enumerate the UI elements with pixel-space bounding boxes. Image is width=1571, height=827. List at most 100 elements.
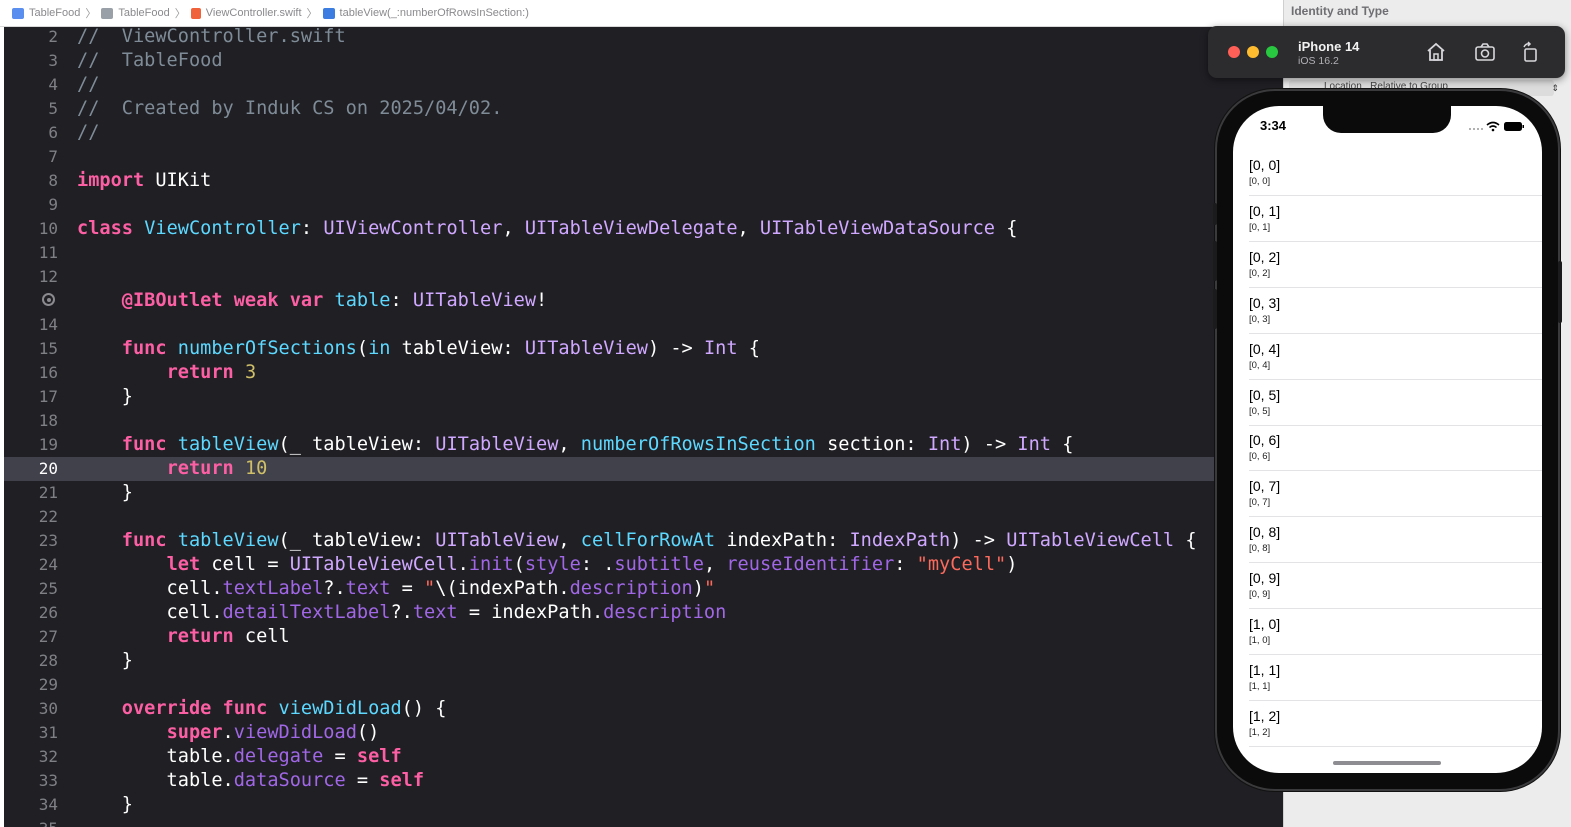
code-token: UITableViewDelegate bbox=[524, 218, 738, 239]
table-row[interactable]: [0, 2] [0, 2] bbox=[1233, 242, 1542, 288]
code-line[interactable]: 18 bbox=[4, 409, 1270, 433]
code-line[interactable]: 7 bbox=[4, 145, 1270, 169]
code-text: return 3 bbox=[77, 361, 257, 385]
code-line[interactable]: 11 bbox=[4, 241, 1270, 265]
code-token: cellForRowAt bbox=[580, 530, 716, 551]
table-row[interactable]: [0, 4] [0, 4] bbox=[1233, 334, 1542, 380]
stepper-icon[interactable]: ⇕ bbox=[1551, 83, 1559, 94]
code-line[interactable]: 17 } bbox=[4, 385, 1270, 409]
code-line[interactable]: 20 return 10 bbox=[4, 457, 1270, 481]
code-line[interactable]: 26 cell.detailTextLabel?.text = indexPat… bbox=[4, 601, 1270, 625]
home-icon[interactable] bbox=[1424, 40, 1448, 64]
code-line[interactable]: 32 table.delegate = self bbox=[4, 745, 1270, 769]
table-row[interactable]: [0, 0] [0, 0] bbox=[1233, 150, 1542, 196]
code-line[interactable]: 6 // bbox=[4, 121, 1270, 145]
breadcrumb-item-file[interactable]: ViewController.swift 〉 bbox=[190, 5, 323, 21]
code-line[interactable]: 28 } bbox=[4, 649, 1270, 673]
code-line[interactable]: 9 bbox=[4, 193, 1270, 217]
table-row[interactable]: [1, 1] [1, 1] bbox=[1233, 655, 1542, 701]
code-line[interactable]: 2 // ViewController.swift bbox=[4, 27, 1270, 49]
table-row[interactable]: [1, 2] [1, 2] bbox=[1233, 701, 1542, 747]
code-line[interactable]: 22 bbox=[4, 505, 1270, 529]
breadcrumb-item-project[interactable]: TableFood 〉 bbox=[12, 5, 101, 21]
code-line[interactable]: 29 bbox=[4, 673, 1270, 697]
code-line[interactable]: 12 bbox=[4, 265, 1270, 289]
code-token: { bbox=[737, 338, 760, 359]
code-token: detailTextLabel bbox=[222, 602, 391, 623]
code-token: reuseIdentifier bbox=[726, 554, 895, 575]
code-token: class bbox=[77, 218, 133, 239]
code-token: , bbox=[502, 218, 525, 239]
device-screen[interactable]: 3:34 [0, 0] [0, 0] [0, 1] [0, 1] [0, 2] [0, 2… bbox=[1233, 106, 1542, 773]
screenshot-icon[interactable] bbox=[1473, 40, 1497, 64]
rotate-icon[interactable] bbox=[1518, 40, 1542, 64]
volume-down-button bbox=[1213, 289, 1217, 329]
code-text: // ViewController.swift bbox=[77, 27, 346, 49]
code-line[interactable]: 21 } bbox=[4, 481, 1270, 505]
outlet-connection-icon[interactable] bbox=[42, 293, 55, 306]
code-text: func tableView(_ tableView: UITableView,… bbox=[77, 433, 1074, 457]
code-line[interactable]: 30 override func viewDidLoad() { bbox=[4, 697, 1270, 721]
code-line[interactable]: 14 bbox=[4, 313, 1270, 337]
code-text: } bbox=[77, 385, 133, 409]
cell-subtitle: [0, 4] bbox=[1249, 359, 1271, 371]
code-token: ( bbox=[356, 338, 369, 359]
code-line[interactable]: 24 let cell = UITableViewCell.init(style… bbox=[4, 553, 1270, 577]
code-line[interactable]: @IBOutlet weak var table: UITableView! bbox=[4, 289, 1270, 313]
code-token: table. bbox=[77, 770, 234, 791]
zoom-window-button[interactable] bbox=[1266, 46, 1278, 58]
table-row[interactable]: [0, 1] [0, 1] bbox=[1233, 196, 1542, 242]
code-token: cell. bbox=[77, 578, 223, 599]
code-token: init bbox=[468, 554, 514, 575]
code-token: . bbox=[222, 722, 234, 743]
code-token: table bbox=[334, 290, 391, 311]
code-token: ) -> bbox=[961, 434, 1018, 455]
breadcrumb-item-folder[interactable]: TableFood 〉 bbox=[101, 5, 190, 21]
code-line[interactable]: 35 bbox=[4, 817, 1270, 827]
code-token: ) -> bbox=[950, 530, 1007, 551]
code-token: UITableView bbox=[435, 434, 559, 455]
code-line[interactable]: 31 super.viewDidLoad() bbox=[4, 721, 1270, 745]
code-line[interactable]: 4 // bbox=[4, 73, 1270, 97]
code-line[interactable]: 34 } bbox=[4, 793, 1270, 817]
minimize-window-button[interactable] bbox=[1247, 46, 1259, 58]
source-editor[interactable]: 2 // ViewController.swift 3 // TableFood 4 //… bbox=[4, 27, 1270, 827]
table-row[interactable]: [1, 0] [1, 0] bbox=[1233, 609, 1542, 655]
code-line[interactable]: 16 return 3 bbox=[4, 361, 1270, 385]
code-line[interactable]: 25 cell.textLabel?.text = "\(indexPath.d… bbox=[4, 577, 1270, 601]
code-token: IndexPath bbox=[849, 530, 951, 551]
breadcrumb-label: TableFood bbox=[29, 7, 81, 19]
cell-title: [0, 6] bbox=[1249, 432, 1281, 449]
table-row[interactable]: [0, 9] [0, 9] bbox=[1233, 563, 1542, 610]
code-line[interactable]: 10 class ViewController: UIViewController… bbox=[4, 217, 1270, 241]
code-line[interactable]: 19 func tableView(_ tableView: UITableVi… bbox=[4, 433, 1270, 457]
table-row[interactable]: [0, 7] [0, 7] bbox=[1233, 471, 1542, 518]
line-number: 29 bbox=[38, 675, 58, 694]
code-line[interactable]: 27 return cell bbox=[4, 625, 1270, 649]
code-token: import bbox=[77, 170, 145, 191]
code-token: numberOfRowsInSection bbox=[580, 434, 816, 455]
code-token: Int bbox=[1017, 434, 1051, 455]
code-line[interactable]: 8 import UIKit bbox=[4, 169, 1270, 193]
line-number: 21 bbox=[38, 483, 58, 502]
line-number: 27 bbox=[38, 627, 58, 646]
table-row[interactable]: [0, 5] [0, 5] bbox=[1233, 380, 1542, 426]
table-row[interactable]: [0, 6] [0, 6] bbox=[1233, 425, 1542, 472]
close-window-button[interactable] bbox=[1228, 46, 1240, 58]
code-line[interactable]: 15 func numberOfSections(in tableView: U… bbox=[4, 337, 1270, 361]
home-indicator[interactable] bbox=[1333, 761, 1441, 765]
code-token: @IBOutlet bbox=[121, 290, 223, 311]
breadcrumb-item-method[interactable]: tableView(_:numberOfRowsInSection:) bbox=[322, 7, 529, 19]
code-line[interactable]: 5 // Created by Induk CS on 2025/04/02. bbox=[4, 97, 1270, 121]
line-number: 18 bbox=[38, 411, 58, 430]
code-text: table.delegate = self bbox=[77, 745, 402, 769]
code-text: } bbox=[77, 481, 133, 505]
breadcrumb: TableFood 〉 TableFood 〉 ViewController.s… bbox=[0, 0, 1283, 27]
table-row[interactable]: [0, 3] [0, 3] bbox=[1233, 288, 1542, 334]
device-name: iPhone 14 bbox=[1298, 39, 1360, 54]
table-row[interactable]: [0, 8] [0, 8] bbox=[1233, 517, 1542, 564]
code-line[interactable]: 3 // TableFood bbox=[4, 49, 1270, 73]
code-line[interactable]: 23 func tableView(_ tableView: UITableVi… bbox=[4, 529, 1270, 553]
code-line[interactable]: 33 table.dataSource = self bbox=[4, 769, 1270, 793]
